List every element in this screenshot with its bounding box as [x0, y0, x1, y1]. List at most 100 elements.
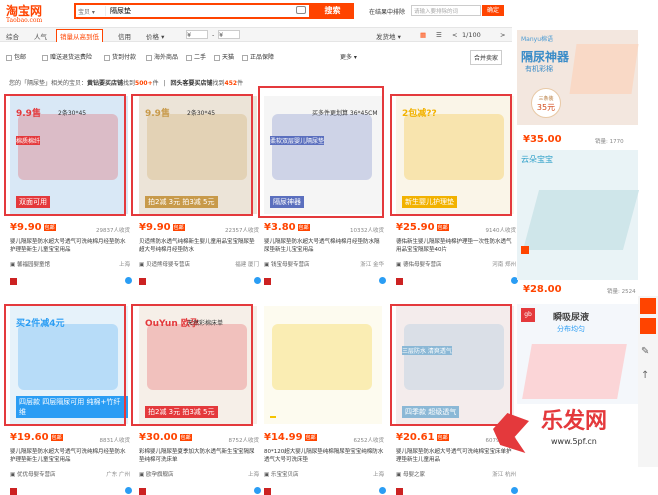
side-product-shape: [522, 190, 640, 250]
sort-popularity[interactable]: 人气: [34, 31, 47, 41]
shop-name[interactable]: ▣ 钱宝母婴专营店: [264, 260, 309, 268]
filter-more[interactable]: 更多 ▾: [340, 52, 357, 61]
ship-from-dropdown[interactable]: 发货地 ▾: [376, 31, 401, 41]
wangwang-icon[interactable]: [511, 487, 518, 494]
shop-label: 欧孕旗舰店: [145, 472, 174, 478]
product-title[interactable]: 德佑新生婴儿隔尿垫纯棉护理垫一次性防水透气用品宝宝隔尿垫40片: [396, 238, 516, 254]
shop-name[interactable]: ▣ 母婴之家: [396, 470, 425, 478]
price-dash: -: [212, 31, 215, 39]
notice-a-label[interactable]: 黄钻要买店铺: [87, 80, 123, 87]
prev-page-icon[interactable]: <: [452, 31, 457, 39]
search-button[interactable]: 搜索: [311, 3, 354, 19]
wangwang-icon[interactable]: [125, 487, 132, 494]
shop-label: 母婴之家: [402, 472, 425, 478]
sort-default[interactable]: 综合: [6, 31, 19, 41]
grid-view-icon[interactable]: ▦: [420, 31, 426, 39]
tmall-icon[interactable]: [264, 487, 271, 495]
search-input[interactable]: [110, 5, 295, 17]
checkbox-icon: [214, 54, 220, 61]
product-price: ¥14.99 包邮: [264, 432, 317, 443]
product-price: ¥3.80 包邮: [264, 222, 310, 233]
shop-name[interactable]: ▣ 乐宝宝贝店: [264, 470, 298, 478]
price-min-input[interactable]: ¥: [186, 30, 208, 39]
filter-genuine[interactable]: 正品保障: [242, 52, 274, 61]
product-title[interactable]: 婴儿隔尿垫防水超大号透气可洗纯棉月经垫防水护理垫新生儿童宝宝用品: [10, 238, 130, 254]
price-value: ¥9.90: [10, 222, 42, 233]
product-title[interactable]: 婴儿隔尿垫防水超大号透气可洗纯棉月经垫防水护理垫新生儿童宝宝用品: [10, 448, 130, 464]
wangwang-icon[interactable]: [254, 487, 261, 494]
tmall-icon[interactable]: [10, 277, 17, 285]
shop-name[interactable]: ▣ 优优母婴专营店: [10, 470, 55, 478]
shop-name[interactable]: ▣ 德佑母婴专营店: [396, 260, 441, 268]
wangwang-icon[interactable]: [254, 277, 261, 284]
filter-tmall[interactable]: 天猫: [214, 52, 234, 61]
wangwang-icon[interactable]: [125, 277, 132, 284]
back-top-icon[interactable]: ↑: [641, 370, 649, 381]
notice-b-label[interactable]: 回头客要买店铺: [171, 80, 213, 87]
filter-label: 货到付款: [112, 54, 137, 61]
merge-sellers-button[interactable]: 合并卖家: [470, 50, 503, 65]
tmall-icon[interactable]: [139, 277, 146, 285]
side-brand: Manyu棉语: [521, 36, 554, 43]
shop-label: 乐宝宝贝店: [270, 472, 299, 478]
favorite-icon[interactable]: [640, 318, 656, 334]
wangwang-icon[interactable]: [379, 487, 386, 494]
location: 广东 广州: [106, 472, 130, 478]
shop-name[interactable]: ▣ 贝适熊母婴专营店: [139, 260, 190, 268]
product-title[interactable]: 贝适熊防水透气纯棉新生婴儿童用品宝宝隔尿垫超大号纯棉月经垫防水: [139, 238, 259, 254]
product-title[interactable]: 婴儿隔尿垫防水超大号透气棉纯棉月经垫防水隔尿垫新生儿宝宝用品: [264, 238, 384, 254]
sold-count: 8831人收货: [99, 438, 131, 444]
side-headline: 隔尿神器: [521, 50, 570, 64]
sold-count: 22357人收货: [225, 228, 259, 234]
shop-name[interactable]: ▣ 欧孕旗舰店: [139, 470, 173, 478]
filter-return-insurance[interactable]: 赠送退货运费险: [42, 52, 92, 61]
price-value: ¥25.90: [396, 222, 435, 233]
filter-cod[interactable]: 货到付款: [104, 52, 136, 61]
confirm-button[interactable]: 确定: [482, 5, 504, 16]
top-header: 淘宝网 Taobao.com 宝贝 ▾ 搜索 在结果中排除 请输入要排除的词 确…: [0, 0, 658, 25]
sort-credit[interactable]: 信用: [118, 31, 131, 41]
sort-price[interactable]: 价格 ▾: [146, 31, 164, 41]
watermark-logo-icon: [493, 413, 529, 453]
service-icons: [139, 277, 261, 285]
free-shipping-badge: 包邮: [43, 223, 56, 231]
list-view-icon[interactable]: ☰: [436, 31, 442, 39]
product-title[interactable]: 彩棉婴儿隔尿垫夏季加大防水透气新生宝宝隔尿垫纯棉可洗床单: [139, 448, 259, 464]
filter-free-shipping[interactable]: 包邮: [6, 52, 26, 61]
product-title[interactable]: 80*120超大婴儿隔尿垫纯棉隔尿垫宝宝纯棉防水透气大号可洗床垫: [264, 448, 384, 464]
location: 福建 厦门: [235, 262, 259, 268]
tmall-icon[interactable]: [139, 487, 146, 495]
edit-icon[interactable]: ✎: [641, 346, 649, 357]
cart-icon[interactable]: [640, 298, 656, 314]
search-scope-select[interactable]: 宝贝 ▾: [78, 6, 106, 16]
highlight-frame: [4, 94, 126, 216]
service-icons: [264, 277, 386, 285]
next-page-icon[interactable]: >: [500, 31, 505, 39]
tmall-icon[interactable]: [396, 487, 403, 495]
price-max-input[interactable]: ¥: [218, 30, 240, 39]
sort-sales[interactable]: 销量从高到低: [56, 29, 103, 42]
filter-secondhand[interactable]: 二手: [186, 52, 206, 61]
service-icons: [10, 487, 132, 495]
tmall-icon[interactable]: [396, 277, 403, 285]
price-min-symbol: ¥: [187, 31, 192, 39]
wangwang-icon[interactable]: [379, 277, 386, 284]
filter-label: 海外商品: [154, 54, 179, 61]
free-shipping-badge: 包邮: [297, 223, 310, 231]
notice-b-count: 452: [224, 80, 238, 87]
tmall-icon[interactable]: [10, 487, 17, 495]
filter-overseas[interactable]: 海外商品: [146, 52, 178, 61]
side-sold: 销量: 2524: [607, 289, 636, 295]
location: 浙江 杭州: [492, 472, 516, 478]
tmall-icon[interactable]: [264, 277, 271, 285]
highlight-frame: [131, 304, 253, 426]
exclude-input[interactable]: 请输入要排除的词: [411, 5, 481, 16]
notice-b-mid: 找到: [212, 80, 225, 87]
camera-icon[interactable]: [296, 6, 306, 14]
product-price: ¥30.00 包邮: [139, 432, 192, 443]
shop-name[interactable]: ▣ 馨福园婴童馆: [10, 260, 50, 268]
taobao-logo[interactable]: 淘宝网 Taobao.com: [6, 2, 42, 24]
promo-price: 35元: [536, 103, 556, 112]
product-image[interactable]: [264, 306, 382, 424]
notice-prefix: 您的「隔尿垫」相关的宝贝：: [9, 80, 88, 87]
